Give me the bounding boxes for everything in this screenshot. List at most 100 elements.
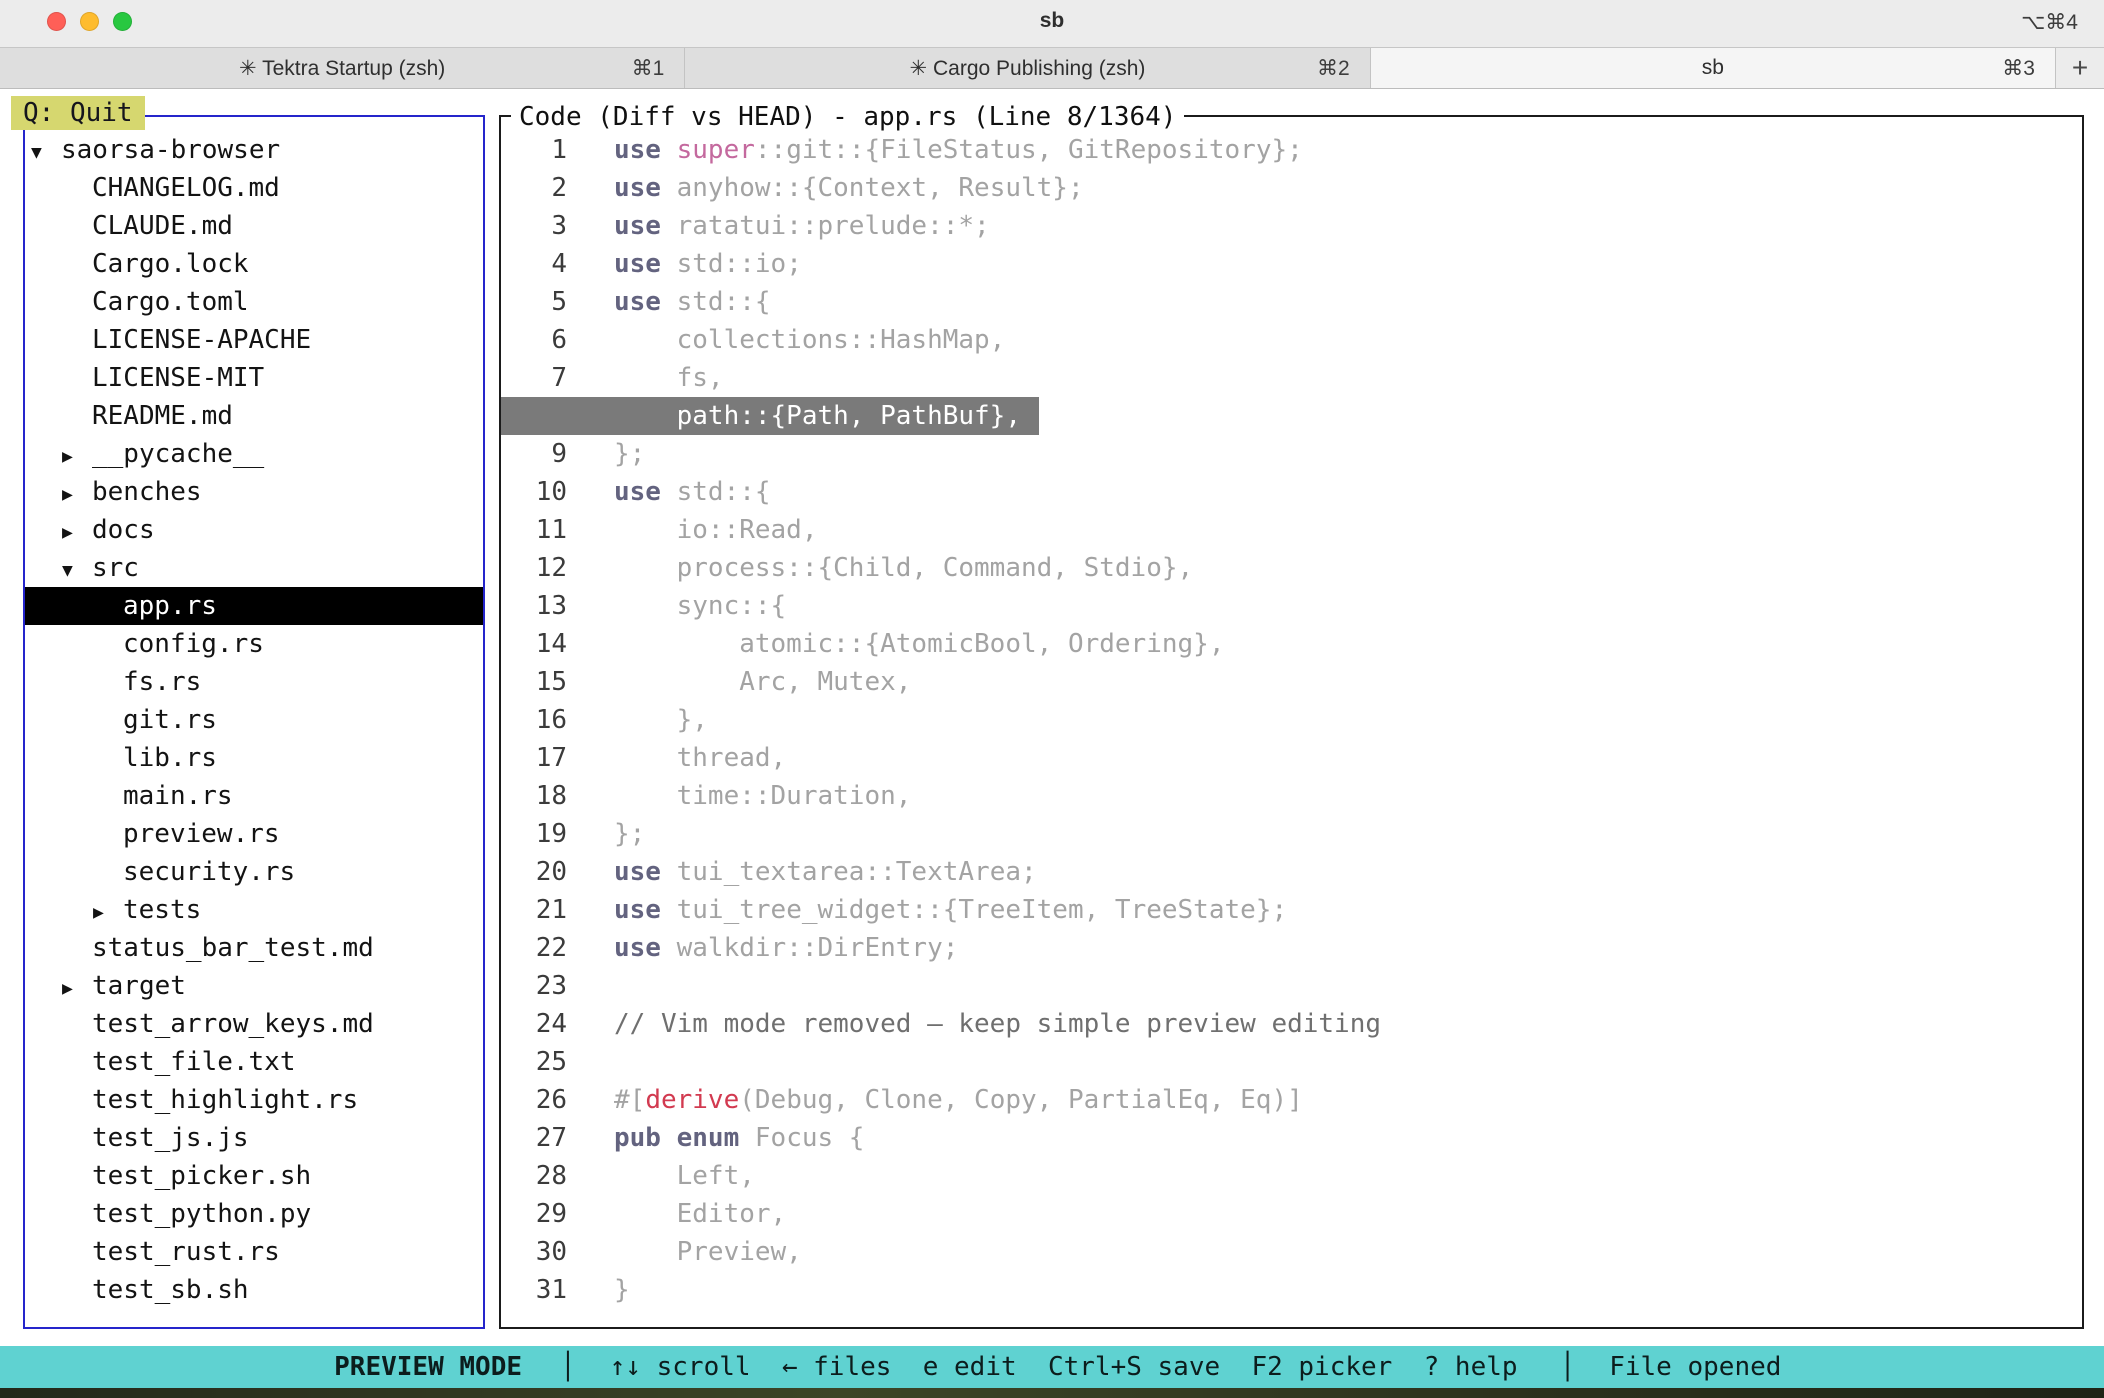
line-number: 15	[501, 663, 567, 701]
tree-item-label: saorsa-browser	[61, 135, 280, 165]
code-text: use std::{	[614, 287, 771, 317]
new-tab-button[interactable]: +	[2056, 48, 2104, 88]
tree-item-label: test_js.js	[92, 1123, 249, 1153]
code-line: 16 },	[501, 701, 2082, 739]
tree-item-label: src	[92, 553, 139, 583]
file-tree-panel[interactable]: ▼saorsa-browserCHANGELOG.mdCLAUDE.mdCarg…	[23, 115, 485, 1329]
tab-1[interactable]: ✳ Tektra Startup (zsh)⌘1	[0, 48, 685, 88]
tree-item-file[interactable]: Cargo.lock	[25, 245, 483, 283]
code-text: };	[614, 819, 645, 849]
line-number: 11	[501, 511, 567, 549]
tab-list: ✳ Tektra Startup (zsh)⌘1✳ Cargo Publishi…	[0, 48, 2056, 88]
tree-item-label: status_bar_test.md	[92, 933, 374, 963]
status-mode: PREVIEW MODE	[0, 1352, 560, 1382]
line-number: 5	[501, 283, 567, 321]
line-number: 3	[501, 207, 567, 245]
code-text: fs,	[614, 363, 724, 393]
tree-item-file[interactable]: status_bar_test.md	[25, 929, 483, 967]
tab-shortcut: ⌘2	[1317, 56, 1350, 81]
tree-item-folder[interactable]: ▼saorsa-browser	[25, 131, 483, 169]
tree-item-label: Cargo.toml	[92, 287, 249, 317]
tree-item-file[interactable]: CLAUDE.md	[25, 207, 483, 245]
code-line: 19};	[501, 815, 2082, 853]
line-number: 26	[501, 1081, 567, 1119]
code-text: use anyhow::{Context, Result};	[614, 173, 1084, 203]
tree-item-file[interactable]: security.rs	[25, 853, 483, 891]
tree-item-file[interactable]: test_highlight.rs	[25, 1081, 483, 1119]
editor-title: Code (Diff vs HEAD) - app.rs (Line 8/136…	[511, 101, 1184, 133]
code-text: use walkdir::DirEntry;	[614, 933, 958, 963]
terminal-window: sb ⌥⌘4 ✳ Tektra Startup (zsh)⌘1✳ Cargo P…	[0, 0, 2104, 1398]
code-text: Editor,	[614, 1199, 786, 1229]
code-text: Preview,	[614, 1237, 802, 1267]
tree-item-label: config.rs	[123, 629, 264, 659]
code-line: 29 Editor,	[501, 1195, 2082, 1233]
tree-item-folder[interactable]: ▶docs	[25, 511, 483, 549]
tree-item-file[interactable]: LICENSE-APACHE	[25, 321, 483, 359]
tree-item-file[interactable]: LICENSE-MIT	[25, 359, 483, 397]
tree-item-label: CHANGELOG.md	[92, 173, 280, 203]
tree-item-file[interactable]: test_sb.sh	[25, 1271, 483, 1309]
code-line: 17 thread,	[501, 739, 2082, 777]
code-line: 5 use std::{	[501, 283, 2082, 321]
tree-item-label: app.rs	[123, 591, 217, 621]
tree-item-folder[interactable]: ▶__pycache__	[25, 435, 483, 473]
tree-item-file[interactable]: lib.rs	[25, 739, 483, 777]
tree-item-label: LICENSE-MIT	[92, 363, 264, 393]
code-line: 2 use anyhow::{Context, Result};	[501, 169, 2082, 207]
line-number: 2	[501, 169, 567, 207]
tree-item-label: git.rs	[123, 705, 217, 735]
code-line: 12 process::{Child, Command, Stdio},	[501, 549, 2082, 587]
line-number: 28	[501, 1157, 567, 1195]
tree-item-folder[interactable]: ▶tests	[25, 891, 483, 929]
folder-closed-icon: ▶	[62, 476, 92, 514]
code-lines: 1use super::git::{FileStatus, GitReposit…	[501, 117, 2082, 1309]
tree-item-file[interactable]: test_file.txt	[25, 1043, 483, 1081]
line-number: 21	[501, 891, 567, 929]
code-line: 9};	[501, 435, 2082, 473]
tab-2[interactable]: ✳ Cargo Publishing (zsh) ⌘2	[685, 48, 1370, 88]
code-text: pub enum Focus {	[614, 1123, 864, 1153]
window-shortcut-badge: ⌥⌘4	[2021, 10, 2078, 35]
tree-item-file[interactable]: test_js.js	[25, 1119, 483, 1157]
tree-item-file[interactable]: preview.rs	[25, 815, 483, 853]
tree-item-file[interactable]: README.md	[25, 397, 483, 435]
folder-open-icon: ▼	[62, 552, 92, 590]
tab-label: ✳ Cargo Publishing (zsh)	[910, 56, 1146, 81]
code-line-highlighted: 8 path::{Path, PathBuf},	[501, 397, 2082, 435]
tree-item-file[interactable]: test_arrow_keys.md	[25, 1005, 483, 1043]
tree-item-file[interactable]: fs.rs	[25, 663, 483, 701]
folder-closed-icon: ▶	[93, 894, 123, 932]
code-text: Left,	[614, 1161, 755, 1191]
code-line: 23	[501, 967, 2082, 1005]
code-line: 1use super::git::{FileStatus, GitReposit…	[501, 131, 2082, 169]
tree-item-file[interactable]: test_rust.rs	[25, 1233, 483, 1271]
terminal-screen[interactable]: Q: Quit ▼saorsa-browserCHANGELOG.mdCLAUD…	[0, 89, 2104, 1398]
code-line: 6 collections::HashMap,	[501, 321, 2082, 359]
line-number: 31	[501, 1271, 567, 1309]
tree-item-folder[interactable]: ▶target	[25, 967, 483, 1005]
code-text: io::Read,	[614, 515, 818, 545]
tree-item-file[interactable]: Cargo.toml	[25, 283, 483, 321]
tree-item-file[interactable]: main.rs	[25, 777, 483, 815]
line-number: 14	[501, 625, 567, 663]
tab-3[interactable]: sb⌘3	[1371, 48, 2056, 88]
quit-hint: Q: Quit	[11, 96, 145, 130]
tree-item-label: security.rs	[123, 857, 295, 887]
line-number: 8	[501, 397, 567, 435]
folder-closed-icon: ▶	[62, 514, 92, 552]
tree-item-label: main.rs	[123, 781, 233, 811]
tree-item-folder[interactable]: ▼src	[25, 549, 483, 587]
line-number: 20	[501, 853, 567, 891]
editor-panel[interactable]: Code (Diff vs HEAD) - app.rs (Line 8/136…	[499, 115, 2084, 1329]
tree-item-file[interactable]: app.rs	[25, 587, 483, 625]
tab-label: sb	[1702, 56, 1724, 80]
tree-item-folder[interactable]: ▶benches	[25, 473, 483, 511]
tree-item-file[interactable]: test_python.py	[25, 1195, 483, 1233]
tree-item-file[interactable]: test_picker.sh	[25, 1157, 483, 1195]
tree-item-file[interactable]: config.rs	[25, 625, 483, 663]
line-number: 18	[501, 777, 567, 815]
tree-item-file[interactable]: git.rs	[25, 701, 483, 739]
line-number: 4	[501, 245, 567, 283]
tree-item-file[interactable]: CHANGELOG.md	[25, 169, 483, 207]
